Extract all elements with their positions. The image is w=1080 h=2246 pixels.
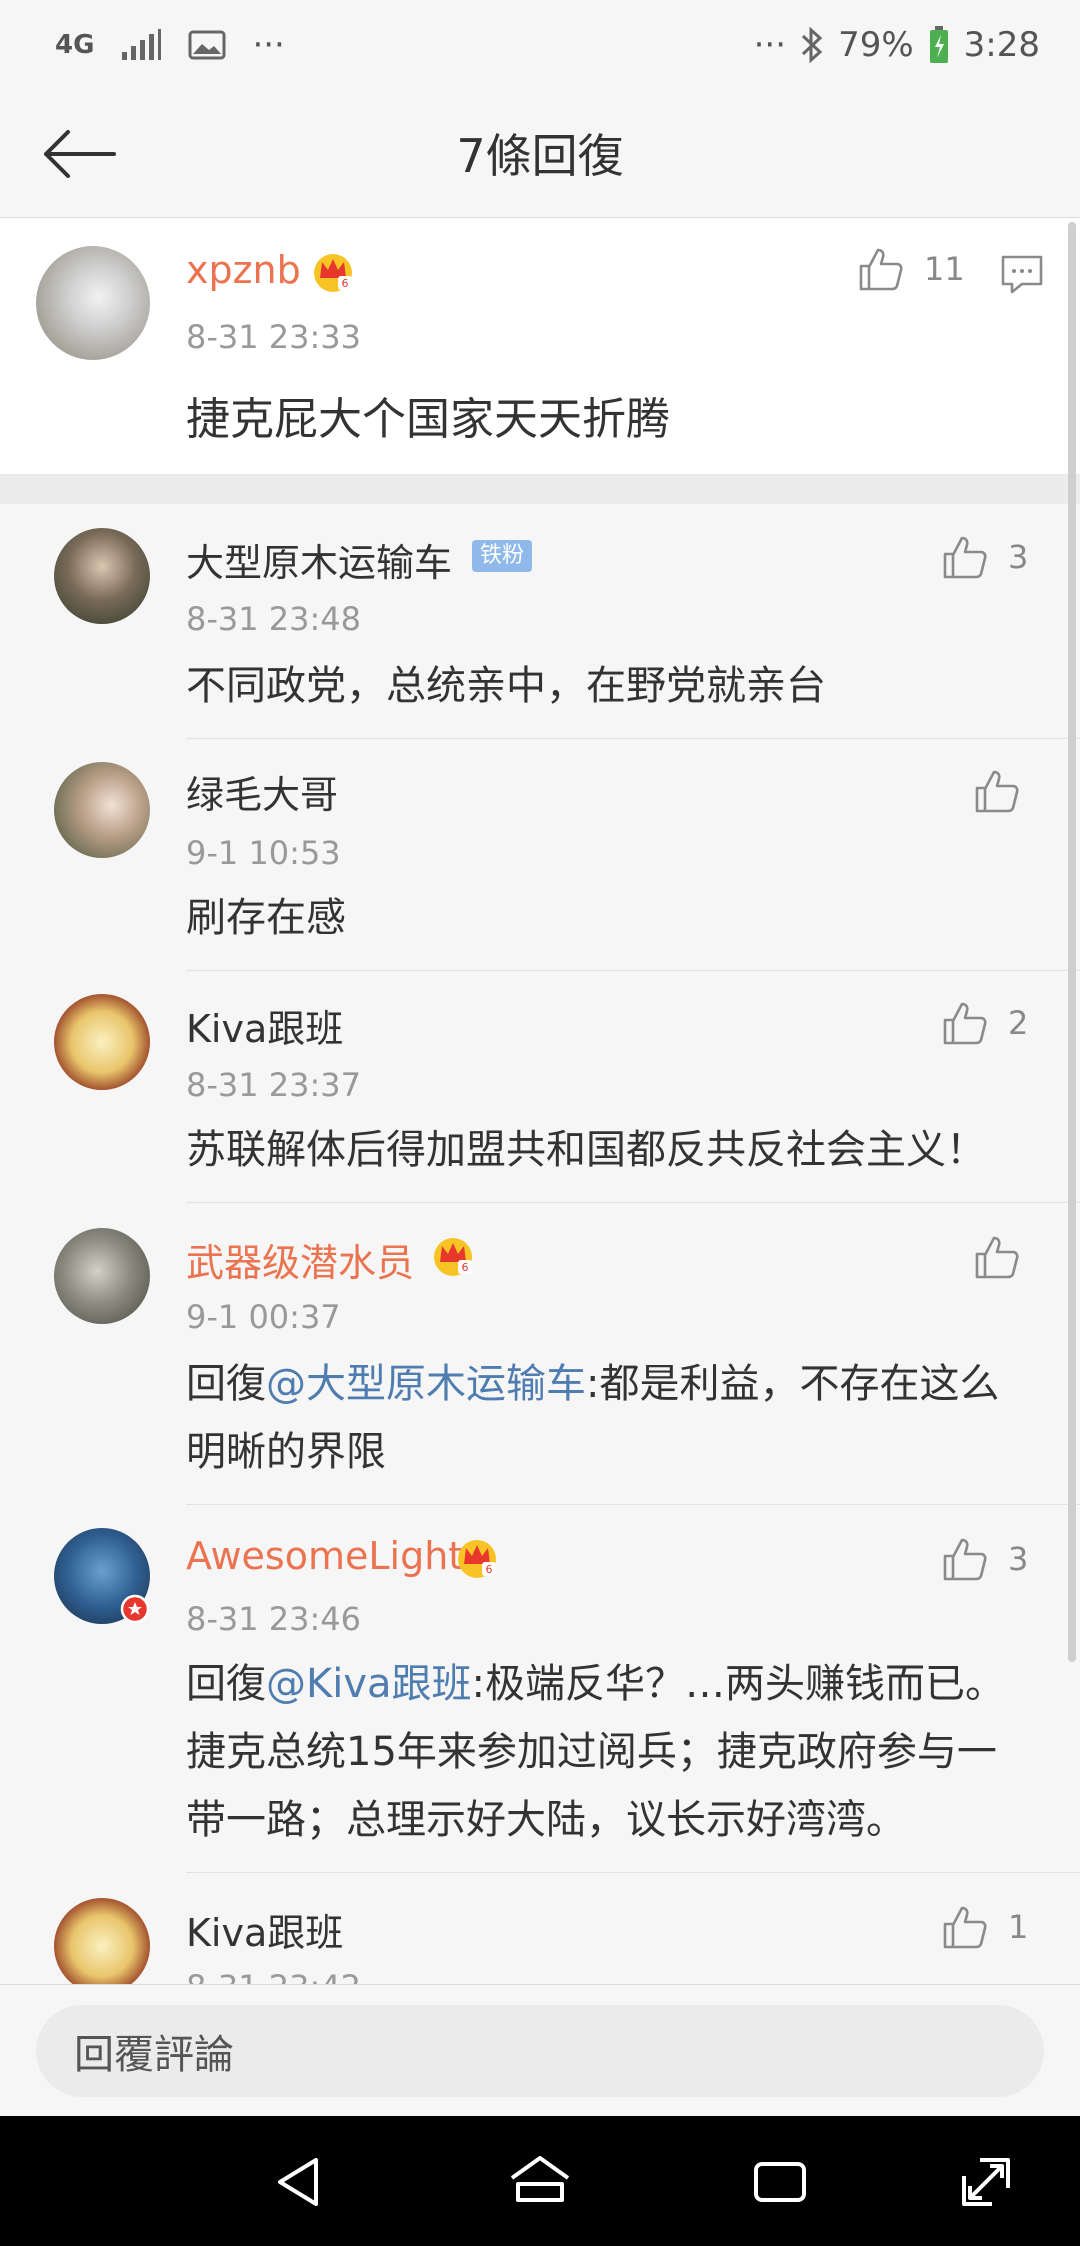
nav-recents-icon xyxy=(754,2162,806,2202)
divider xyxy=(186,1202,1080,1203)
title-bar: 7條回復 xyxy=(0,90,1080,218)
svg-text:6: 6 xyxy=(342,277,349,290)
expand-icon xyxy=(962,2158,1010,2206)
status-more-right: ··· xyxy=(753,25,787,65)
comment-text: 苏联解体后得加盟共和国都反共反社会主义！ xyxy=(186,1127,986,1173)
svg-text:6: 6 xyxy=(486,1563,493,1576)
comment-text: 回復@Kiva跟班:极端反华？…两头赚钱而已。捷克总统15年来参加过阅兵；捷克政… xyxy=(186,1650,1020,1854)
like-button[interactable]: 3 xyxy=(942,534,1028,580)
clock: 3:28 xyxy=(963,25,1040,65)
thumbs-up-icon xyxy=(943,1538,987,1581)
username[interactable]: xpznb xyxy=(186,248,301,292)
avatar[interactable] xyxy=(36,246,150,360)
comment-time: 9-1 10:53 xyxy=(186,834,341,872)
username[interactable]: 大型原木运输车 xyxy=(186,532,452,587)
status-more-left: ··· xyxy=(252,25,285,65)
avatar[interactable] xyxy=(54,994,150,1090)
like-button[interactable]: 2 xyxy=(942,1000,1028,1046)
like-button[interactable]: 11 xyxy=(858,246,965,292)
like-button[interactable] xyxy=(974,1234,1020,1280)
like-count: 2 xyxy=(1008,1004,1029,1042)
battery-icon xyxy=(929,26,948,63)
thumbs-up-icon xyxy=(943,1002,987,1045)
nav-home-icon xyxy=(510,2156,570,2202)
nav-back-button[interactable] xyxy=(264,2146,336,2218)
section-separator xyxy=(0,474,1080,504)
page-title: 7條回復 xyxy=(456,129,624,183)
like-button[interactable]: 1 xyxy=(942,1904,1028,1950)
thumbs-up-icon xyxy=(975,1236,1019,1279)
like-count: 1 xyxy=(1008,1908,1029,1946)
mention-link[interactable]: @Kiva跟班 xyxy=(266,1661,472,1707)
nav-back-icon xyxy=(278,2158,318,2206)
mention-link[interactable]: @大型原木运输车 xyxy=(266,1361,586,1407)
svg-text:6: 6 xyxy=(462,1261,469,1274)
comment-text: 不同政党，总统亲中，在野党就亲台 xyxy=(186,663,826,709)
comment-time: 8-31 23:37 xyxy=(186,1066,362,1104)
nav-home-button[interactable] xyxy=(504,2146,576,2218)
nav-recents-button[interactable] xyxy=(744,2146,816,2218)
thumbs-up-icon xyxy=(859,248,903,291)
comment-text: 刷存在感 xyxy=(186,895,346,941)
avatar[interactable] xyxy=(54,1898,150,1994)
status-left: 4G ··· xyxy=(55,22,285,68)
comment-text: 捷克屁大个国家天天折腾 xyxy=(186,394,670,445)
comment-time: 8-31 23:46 xyxy=(186,1600,362,1638)
comment-text: 回復@大型原木运输车:都是利益，不存在这么明晰的界限 xyxy=(186,1350,1006,1486)
username[interactable]: 武器级潜水员 xyxy=(186,1232,414,1287)
comment-time: 8-31 23:48 xyxy=(186,600,362,638)
comment-time: 9-1 00:37 xyxy=(186,1298,341,1336)
like-button[interactable] xyxy=(974,768,1020,814)
thumbs-up-icon xyxy=(943,536,987,579)
reply-prefix: 回復 xyxy=(186,1661,266,1707)
thumbs-up-icon xyxy=(943,1906,987,1949)
fan-badge: 铁粉 xyxy=(472,540,533,572)
username[interactable]: Kiva跟班 xyxy=(186,1902,343,1957)
vip-crown-icon: 6 xyxy=(314,254,352,292)
bluetooth-icon xyxy=(802,26,823,64)
reply-bar: 回覆評論 xyxy=(0,1984,1080,2116)
nav-expand-button[interactable] xyxy=(950,2146,1022,2218)
status-bar: 4G ··· ··· 79% 3:28 xyxy=(0,0,1080,90)
like-count: 11 xyxy=(924,250,965,288)
reply-prefix: 回復 xyxy=(186,1361,266,1407)
system-nav-bar xyxy=(0,2116,1080,2246)
username[interactable]: AwesomeLight xyxy=(186,1534,463,1578)
network-type: 4G xyxy=(55,30,95,60)
divider xyxy=(186,1504,1080,1505)
reply-input[interactable]: 回覆評論 xyxy=(36,2005,1044,2097)
comment-icon[interactable] xyxy=(1000,254,1044,294)
divider xyxy=(186,738,1080,739)
vip-crown-icon: 6 xyxy=(434,1238,472,1276)
comment-time: 8-31 23:33 xyxy=(186,318,362,356)
like-count: 3 xyxy=(1008,538,1029,576)
scrollbar[interactable] xyxy=(1068,222,1076,1662)
thumbs-up-icon xyxy=(975,770,1019,813)
divider xyxy=(186,1872,1080,1873)
screen: 4G ··· ··· 79% 3:28 7條回復 xpznb 6 8-31 23… xyxy=(0,0,1080,2246)
verified-badge-icon xyxy=(120,1594,150,1624)
divider xyxy=(186,970,1080,971)
avatar[interactable] xyxy=(54,1228,150,1324)
vip-crown-icon: 6 xyxy=(458,1540,496,1578)
username[interactable]: 绿毛大哥 xyxy=(186,764,338,819)
like-button[interactable]: 3 xyxy=(942,1536,1028,1582)
avatar[interactable] xyxy=(54,762,150,858)
battery-percent: 79% xyxy=(838,25,914,65)
avatar[interactable] xyxy=(54,528,150,624)
gallery-icon xyxy=(188,30,226,60)
root-comment: xpznb 6 8-31 23:33 捷克屁大个国家天天折腾 11 xyxy=(0,218,1080,474)
like-count: 3 xyxy=(1008,1540,1029,1578)
username[interactable]: Kiva跟班 xyxy=(186,998,343,1053)
status-right: ··· 79% 3:28 xyxy=(754,22,1040,68)
signal-icon xyxy=(122,29,162,60)
